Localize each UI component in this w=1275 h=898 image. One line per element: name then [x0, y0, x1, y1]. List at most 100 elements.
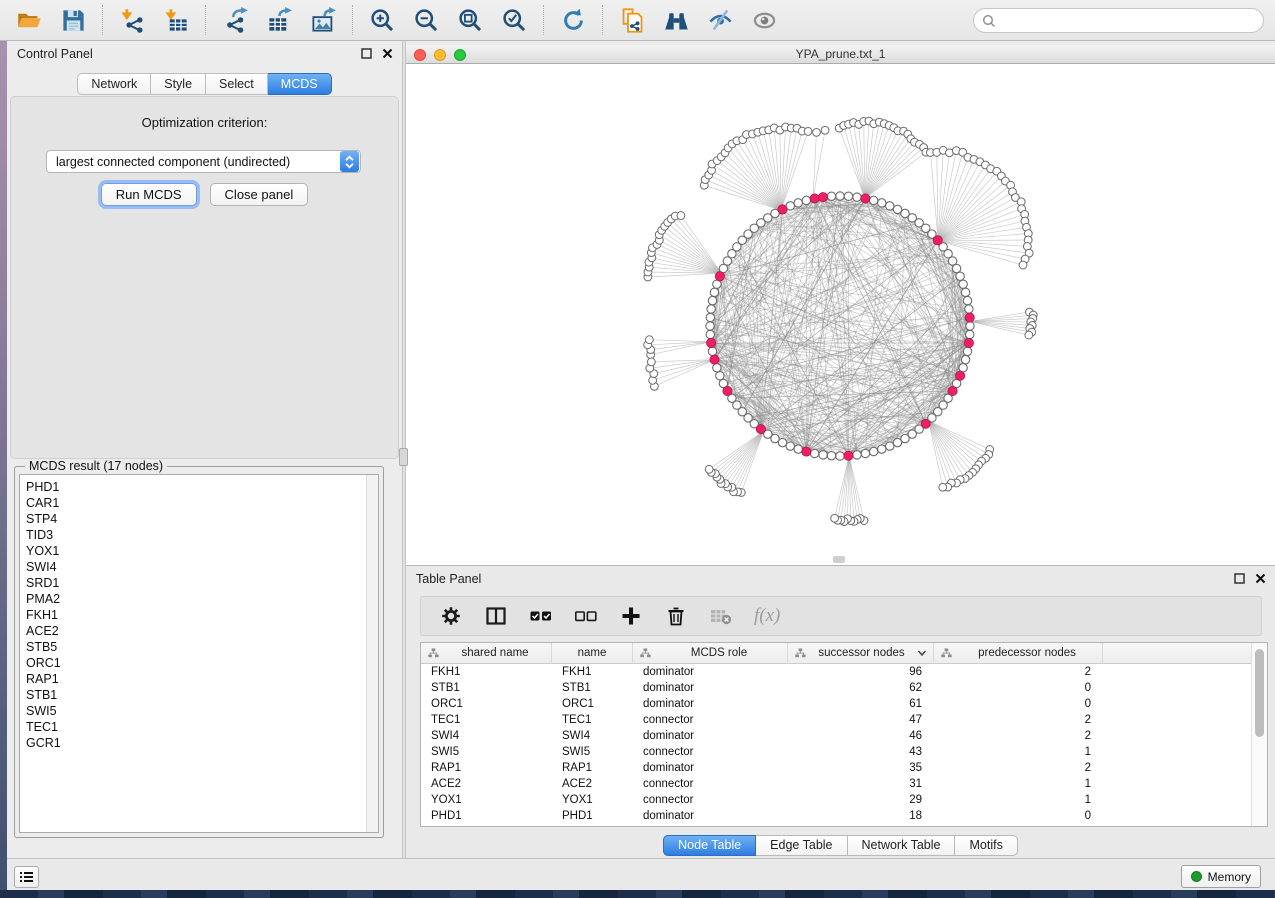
- table-row[interactable]: PHD1PHD1dominator180: [421, 808, 1251, 824]
- cell-shared-name: YOX1: [421, 794, 552, 806]
- save-session-button[interactable]: [58, 5, 88, 35]
- open-file-button[interactable]: [14, 5, 44, 35]
- toolbar-search[interactable]: [973, 8, 1264, 33]
- column-header-empty: [1103, 643, 1251, 663]
- cell-MCDS-role: dominator: [633, 762, 788, 774]
- mcds-result-item[interactable]: SWI5: [20, 703, 378, 719]
- cell-MCDS-role: connector: [633, 778, 788, 790]
- close-panel-button[interactable]: Close panel: [210, 183, 309, 206]
- column-header-MCDS-role[interactable]: MCDS role: [633, 643, 788, 663]
- table-row[interactable]: ORC1ORC1dominator610: [421, 696, 1251, 712]
- table-row[interactable]: TEC1TEC1connector472: [421, 712, 1251, 728]
- zoom-selected-button[interactable]: [499, 5, 529, 35]
- export-network-button[interactable]: [220, 5, 250, 35]
- delete-table-button[interactable]: [709, 604, 733, 628]
- node-table[interactable]: shared namenameMCDS rolesuccessor nodesp…: [420, 642, 1268, 827]
- show-columns-button[interactable]: [484, 604, 508, 628]
- mcds-result-item[interactable]: FKH1: [20, 607, 378, 623]
- column-header-name[interactable]: name: [552, 643, 633, 663]
- float-panel-icon[interactable]: [360, 47, 373, 60]
- zoom-fit-button[interactable]: [455, 5, 485, 35]
- cell-name: FKH1: [552, 666, 633, 678]
- export-image-button[interactable]: [308, 5, 338, 35]
- mcds-result-item[interactable]: TEC1: [20, 719, 378, 735]
- close-panel-icon[interactable]: [381, 47, 394, 60]
- mcds-result-item[interactable]: SRD1: [20, 575, 378, 591]
- column-header-shared-name[interactable]: shared name: [421, 643, 552, 663]
- columns-icon: [485, 605, 507, 627]
- cell-successor-nodes: 35: [788, 762, 934, 774]
- mcds-result-item[interactable]: STB5: [20, 639, 378, 655]
- import-network-button[interactable]: [117, 5, 147, 35]
- vertical-splitter-grip[interactable]: [399, 448, 408, 466]
- table-row[interactable]: YOX1YOX1connector291: [421, 792, 1251, 808]
- mcds-result-item[interactable]: SWI4: [20, 559, 378, 575]
- table-scrollbar-thumb[interactable]: [1255, 649, 1264, 737]
- horizontal-splitter-grip[interactable]: [833, 556, 845, 563]
- mcds-result-item[interactable]: STB1: [20, 687, 378, 703]
- table-row[interactable]: STB1STB1dominator620: [421, 680, 1251, 696]
- show-all-button[interactable]: [749, 5, 779, 35]
- table-row[interactable]: RAP1RAP1dominator352: [421, 760, 1251, 776]
- table-row[interactable]: ACE2ACE2connector311: [421, 776, 1251, 792]
- tab-edge-table[interactable]: Edge Table: [756, 835, 847, 856]
- mcds-result-items: PHD1CAR1STP4TID3YOX1SWI4SRD1PMA2FKH1ACE2…: [20, 475, 378, 751]
- apply-layout-button[interactable]: [558, 5, 588, 35]
- tab-motifs[interactable]: Motifs: [955, 835, 1017, 856]
- export-table-button[interactable]: [264, 5, 294, 35]
- refresh-icon: [560, 7, 587, 34]
- minimize-window-icon[interactable]: [434, 49, 446, 61]
- deselect-all-button[interactable]: [574, 604, 598, 628]
- tab-mcds[interactable]: MCDS: [268, 73, 332, 95]
- tab-style[interactable]: Style: [151, 73, 206, 95]
- delete-columns-button[interactable]: [664, 604, 688, 628]
- hide-selected-button[interactable]: [705, 5, 735, 35]
- mcds-result-item[interactable]: RAP1: [20, 671, 378, 687]
- zoom-out-button[interactable]: [411, 5, 441, 35]
- tab-select[interactable]: Select: [206, 73, 268, 95]
- memory-button[interactable]: Memory: [1181, 865, 1261, 888]
- mcds-result-item[interactable]: ORC1: [20, 655, 378, 671]
- mcds-result-item[interactable]: GCR1: [20, 735, 378, 751]
- network-graph[interactable]: [406, 64, 1275, 565]
- mcds-result-list[interactable]: PHD1CAR1STP4TID3YOX1SWI4SRD1PMA2FKH1ACE2…: [19, 474, 379, 833]
- close-panel-icon[interactable]: [1254, 572, 1267, 585]
- mcds-list-scrollbar[interactable]: [366, 475, 378, 832]
- close-window-icon[interactable]: [414, 49, 426, 61]
- plus-icon: [620, 605, 642, 627]
- mcds-result-item[interactable]: STP4: [20, 511, 378, 527]
- tab-network[interactable]: Network: [77, 73, 151, 95]
- search-input[interactable]: [996, 14, 1263, 28]
- run-mcds-button[interactable]: Run MCDS: [101, 183, 197, 206]
- table-options-button[interactable]: [439, 604, 463, 628]
- tab-node-table[interactable]: Node Table: [663, 835, 756, 856]
- table-row[interactable]: SWI4SWI4dominator462: [421, 728, 1251, 744]
- select-all-button[interactable]: [529, 604, 553, 628]
- cell-predecessor-nodes: 2: [934, 730, 1103, 742]
- mcds-result-item[interactable]: ACE2: [20, 623, 378, 639]
- show-panels-button[interactable]: [14, 866, 39, 888]
- network-canvas[interactable]: [406, 64, 1275, 565]
- zoom-in-button[interactable]: [367, 5, 397, 35]
- column-header-predecessor-nodes[interactable]: predecessor nodes: [934, 643, 1103, 663]
- mcds-result-item[interactable]: TID3: [20, 527, 378, 543]
- mcds-result-item[interactable]: PMA2: [20, 591, 378, 607]
- criterion-value: largest connected component (undirected): [47, 155, 340, 169]
- maximize-window-icon[interactable]: [454, 49, 466, 61]
- eye-slash-icon: [707, 7, 734, 34]
- create-column-button[interactable]: [619, 604, 643, 628]
- column-header-successor-nodes[interactable]: successor nodes: [788, 643, 934, 663]
- table-row[interactable]: SWI5SWI5connector431: [421, 744, 1251, 760]
- criterion-select[interactable]: largest connected component (undirected): [46, 150, 361, 173]
- float-panel-icon[interactable]: [1233, 572, 1246, 585]
- tab-network-table[interactable]: Network Table: [848, 835, 956, 856]
- search-network-button[interactable]: [661, 5, 691, 35]
- apply-function-button[interactable]: f(x): [754, 605, 780, 627]
- table-row[interactable]: FKH1FKH1dominator962: [421, 664, 1251, 680]
- table-scrollbar[interactable]: [1251, 643, 1267, 826]
- import-table-button[interactable]: [161, 5, 191, 35]
- export-to-web-button[interactable]: [617, 5, 647, 35]
- mcds-result-item[interactable]: PHD1: [20, 479, 378, 495]
- mcds-result-item[interactable]: YOX1: [20, 543, 378, 559]
- mcds-result-item[interactable]: CAR1: [20, 495, 378, 511]
